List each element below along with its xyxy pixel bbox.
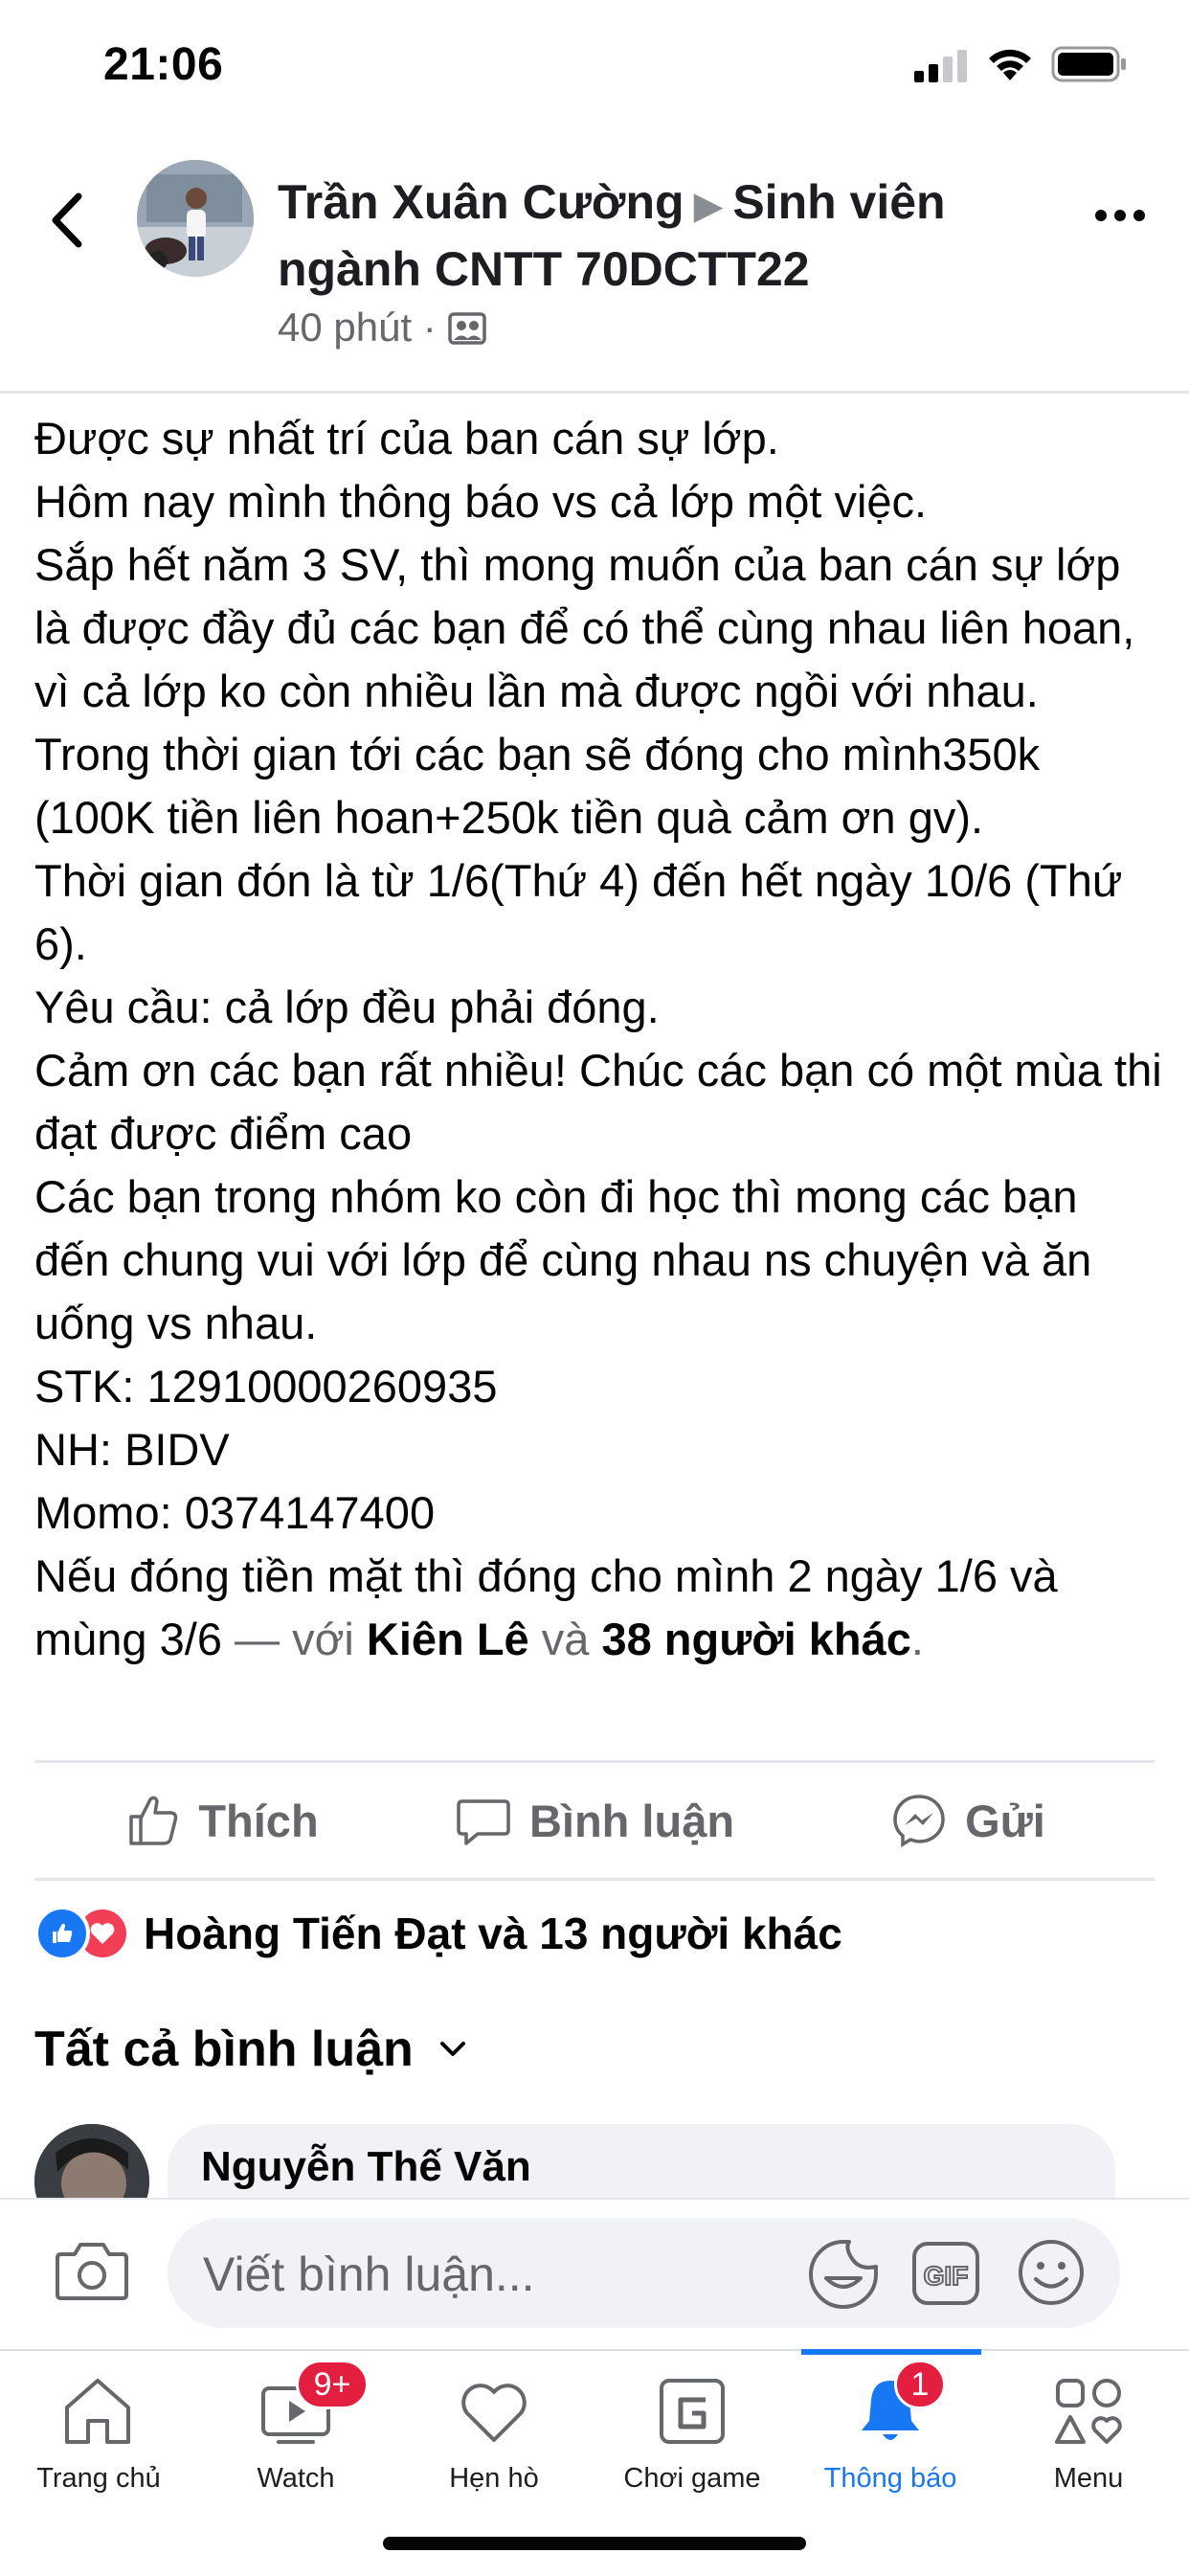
post-line: STK: 12910000260935 [34,1361,498,1412]
post-line: Hôm nay mình thông báo vs cả lớp một việ… [34,476,928,527]
and-text: và [528,1614,602,1664]
post-time[interactable]: 40 phút · [278,305,437,350]
post-line: Yêu cầu: cả lớp đều phải đóng. [34,982,660,1032]
author-name[interactable]: Trần Xuân Cường [278,175,684,229]
tagged-person[interactable]: Kiên Lê [367,1614,529,1664]
post-line: Trong thời gian tới các bạn sẽ đóng cho … [34,729,1041,843]
camera-icon[interactable] [54,2237,130,2304]
post-body: Được sự nhất trí của ban cán sự lớp. Hôm… [34,407,1164,1671]
like-label: Thích [198,1795,319,1846]
post-last-line: Nếu đóng tiền mặt thì đóng cho mình 2 ng… [34,1545,1164,1671]
heart-icon [461,2384,527,2442]
tab-home-label: Trang chủ [36,2463,161,2494]
gaming-icon [660,2379,725,2444]
post-line: Momo: 0374147400 [34,1487,436,1538]
with-text: — với [221,1614,367,1664]
comment-label: Bình luận [528,1795,735,1846]
comment-placeholder: Viết bình luận... [203,2248,535,2301]
sticker-icon[interactable] [807,2238,880,2311]
home-icon [65,2379,130,2444]
messenger-icon [893,1795,945,1848]
comment-button[interactable]: Bình luận [408,1763,781,1878]
send-label: Gửi [965,1795,1045,1846]
wifi-icon [989,49,1031,80]
reactions-summary[interactable]: Hoàng Tiến Đạt và 13 người khác [34,1906,842,1961]
author-avatar[interactable] [137,160,254,277]
tab-notifications-label: Thông báo [823,2463,957,2494]
notifications-badge: 1 [894,2360,946,2409]
tab-gaming-label: Chơi game [623,2463,761,2494]
watch-badge: 9+ [296,2360,369,2409]
group-arrow-icon: ▶ [693,185,724,227]
post-line: Các bạn trong nhóm ko còn đi học thì mon… [34,1171,1092,1348]
header-divider [0,391,1189,394]
period-text: . [910,1614,924,1664]
tab-dating-label: Hẹn hò [449,2463,539,2494]
status-time: 21:06 [103,39,224,90]
battery-icon [1051,46,1126,82]
svg-text:GIF: GIF [924,2261,969,2291]
post-timestamp: 40 phút · [278,305,486,350]
back-chevron-icon[interactable] [46,187,88,254]
home-indicator [383,2537,806,2550]
more-options-icon[interactable] [1091,201,1149,230]
tab-menu-label: Menu [1053,2463,1124,2494]
post-header-title: Trần Xuân Cường ▶ Sinh viên ngành CNTT 70D… [278,170,1024,301]
post-action-bar: Thích Bình luận Gửi [34,1760,1155,1881]
post-line: Cảm ơn các bạn rất nhiều! Chúc các bạn c… [34,1045,1162,1159]
like-reaction-icon [34,1906,90,1961]
active-tab-indicator [801,2349,981,2355]
commenter-name[interactable]: Nguyễn Thế Văn [201,2143,531,2191]
menu-icon [1055,2379,1122,2444]
comments-title: Tất cả bình luận [34,2022,414,2077]
comment-bubble-icon [457,1799,510,1845]
emoji-icon[interactable] [1017,2238,1086,2307]
thumbs-up-icon [129,1796,178,1845]
comments-filter[interactable]: Tất cả bình luận [34,2021,467,2078]
reaction-summary-text: Hoàng Tiến Đạt và 13 người khác [144,1909,842,1958]
group-audience-icon [448,312,486,345]
chevron-down-icon [439,2042,465,2056]
tagged-others[interactable]: 38 người khác [601,1614,910,1664]
like-button[interactable]: Thích [34,1763,408,1878]
cellular-signal-icon [914,50,967,82]
post-line: Được sự nhất trí của ban cán sự lớp. [34,413,779,463]
send-button[interactable]: Gửi [781,1763,1155,1878]
tab-watch-label: Watch [257,2463,335,2494]
gif-icon[interactable]: GIF [911,2241,980,2306]
post-line: NH: BIDV [34,1424,230,1475]
post-line: Sắp hết năm 3 SV, thì mong muốn của ban … [34,539,1135,716]
post-line: Thời gian đón là từ 1/6(Thứ 4) đến hết n… [34,855,1123,969]
